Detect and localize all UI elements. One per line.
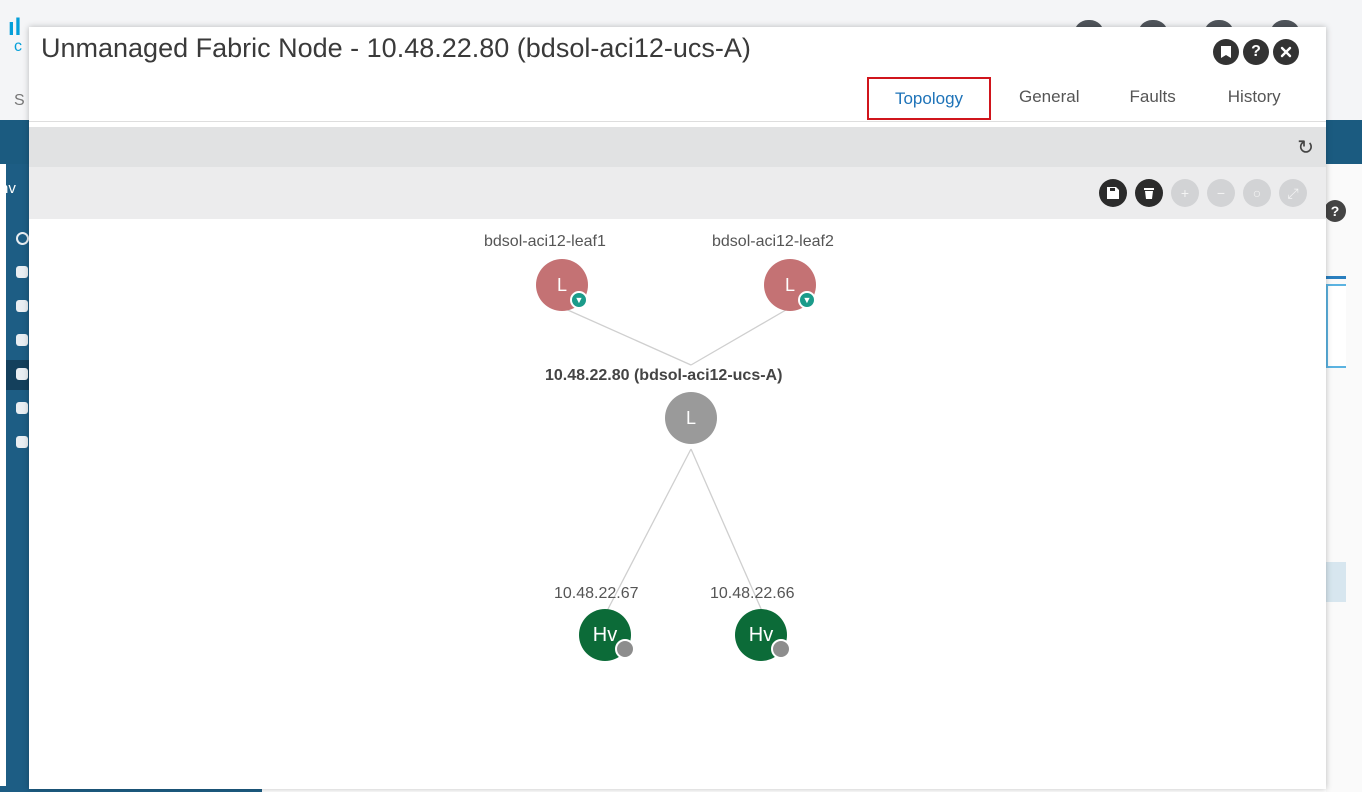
hypervisor-node[interactable]: Hv [735,609,791,661]
zoom-in-icon[interactable]: + [1171,179,1199,207]
unmanaged-glyph: L [685,407,696,428]
sidebar-gear-icon[interactable] [16,266,28,278]
sidebar-fragment-label: nv [0,180,16,197]
leaf-glyph: L [556,274,567,295]
hypervisor-node[interactable]: Hv [579,609,635,661]
leaf-node[interactable]: L ▼ [764,259,816,311]
bookmark-icon[interactable] [1213,39,1239,65]
topology-toolbar: + − ○ ⤢ [29,167,1326,219]
dialog-title: Unmanaged Fabric Node - 10.48.22.80 (bds… [41,33,751,63]
leaf-node[interactable]: L ▼ [536,259,588,311]
hypervisor-label: 10.48.22.67 [554,585,639,602]
background-sidebar [6,164,30,792]
background-input[interactable] [1326,284,1346,368]
hypervisor-status-icon [615,639,635,659]
refresh-icon[interactable]: ↻ [1297,135,1314,160]
background-right-panel [1326,164,1362,792]
zoom-out-icon[interactable]: − [1207,179,1235,207]
background-active-line [1326,276,1346,279]
reset-icon[interactable]: ○ [1243,179,1271,207]
logo-letter: c [14,38,22,55]
topology-canvas: bdsol-aci12-leaf1 L ▼ bdsol-aci12-leaf2 … [29,219,1326,789]
leaf-status-icon: ▼ [798,291,816,309]
dialog-header-actions: ? [1213,39,1299,67]
sidebar-item-icon[interactable] [16,334,28,346]
close-icon[interactable] [1273,39,1299,65]
sidebar-item-icon[interactable] [16,402,28,414]
leaf-node-label: bdsol-aci12-leaf2 [712,233,834,250]
unmanaged-fabric-node-dialog: Unmanaged Fabric Node - 10.48.22.80 (bds… [29,27,1326,789]
sidebar-item-icon[interactable] [16,436,28,448]
topology-links [560,306,792,612]
hypervisor-glyph: Hv [592,623,618,646]
background-selected-row [1326,562,1346,602]
background-letter: S [14,92,25,109]
unmanaged-node-label: 10.48.22.80 (bdsol-aci12-ucs-A) [545,367,783,384]
save-icon[interactable] [1099,179,1127,207]
tab-faults[interactable]: Faults [1129,77,1175,117]
hypervisor-status-icon [771,639,791,659]
sidebar-circle-icon[interactable] [16,232,29,245]
dialog-tabs: Topology General Faults History [867,77,1281,120]
delete-icon[interactable] [1135,179,1163,207]
header-divider [29,121,1326,122]
background-help-icon[interactable]: ? [1324,200,1346,222]
leaf-status-icon: ▼ [570,291,588,309]
sidebar-globe-icon[interactable] [16,300,28,312]
help-icon[interactable]: ? [1243,39,1269,65]
tab-history[interactable]: History [1228,77,1281,117]
hypervisor-label: 10.48.22.66 [710,585,795,602]
refresh-bar: ↻ [29,127,1326,167]
leaf-node-label: bdsol-aci12-leaf1 [484,233,606,250]
fit-icon[interactable]: ⤢ [1279,179,1307,207]
tab-general[interactable]: General [1019,77,1079,117]
unmanaged-node[interactable]: L [665,392,717,444]
sidebar-item-icon[interactable] [16,368,28,380]
tab-topology[interactable]: Topology [867,77,991,120]
hypervisor-glyph: Hv [748,623,774,646]
leaf-glyph: L [784,274,795,295]
